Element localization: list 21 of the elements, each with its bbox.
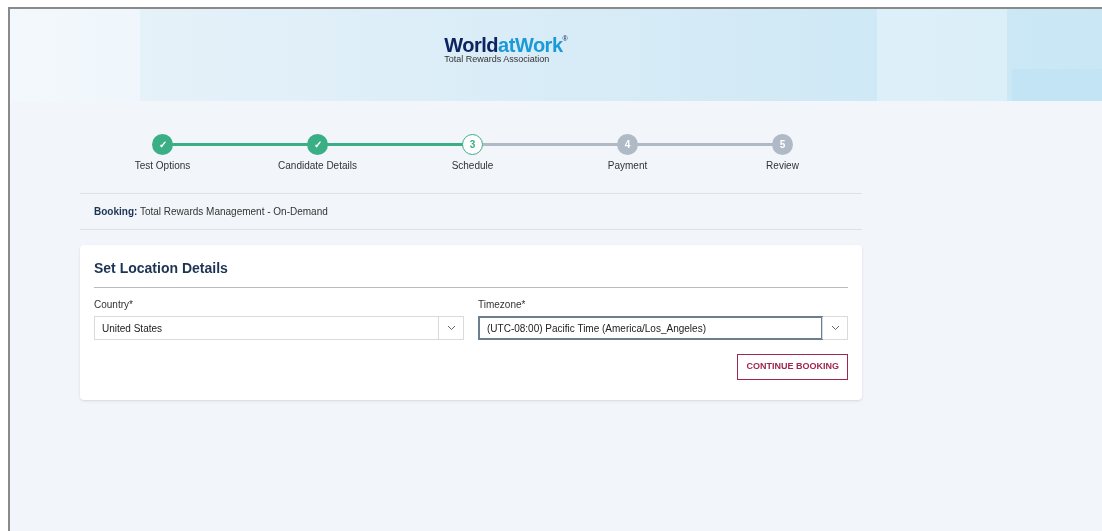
step-label: Schedule <box>451 159 494 173</box>
chevron-down-icon <box>830 325 840 331</box>
select-field[interactable]: (UTC-08:00) Pacific Time (America/Los_Angeles) <box>478 316 823 340</box>
step-marker: ✓ <box>152 134 173 155</box>
step-marker: 5 <box>772 134 793 155</box>
booking-summary: Booking: Total Rewards Management - On-Demand <box>94 206 328 217</box>
field-label: Timezone* <box>478 298 527 312</box>
logo-wordmark: World <box>444 35 499 55</box>
step-label: Payment <box>607 159 648 173</box>
field-label: Country* <box>94 298 134 312</box>
step-marker: 3 <box>462 134 483 155</box>
continue-booking-button[interactable]: CONTINUE BOOKING <box>737 354 848 380</box>
logo-tagline: Total Rewards Association <box>444 55 550 64</box>
step-label: Test Options <box>134 159 191 173</box>
step-marker: ✓ <box>307 134 328 155</box>
logo-wordmark: Work <box>514 35 563 55</box>
logo-wordmark: at <box>498 35 515 55</box>
step-marker: 4 <box>617 134 638 155</box>
step-label: Review <box>766 159 799 173</box>
step-label: Candidate Details <box>278 159 357 173</box>
card-title: Set Location Details <box>94 258 848 288</box>
